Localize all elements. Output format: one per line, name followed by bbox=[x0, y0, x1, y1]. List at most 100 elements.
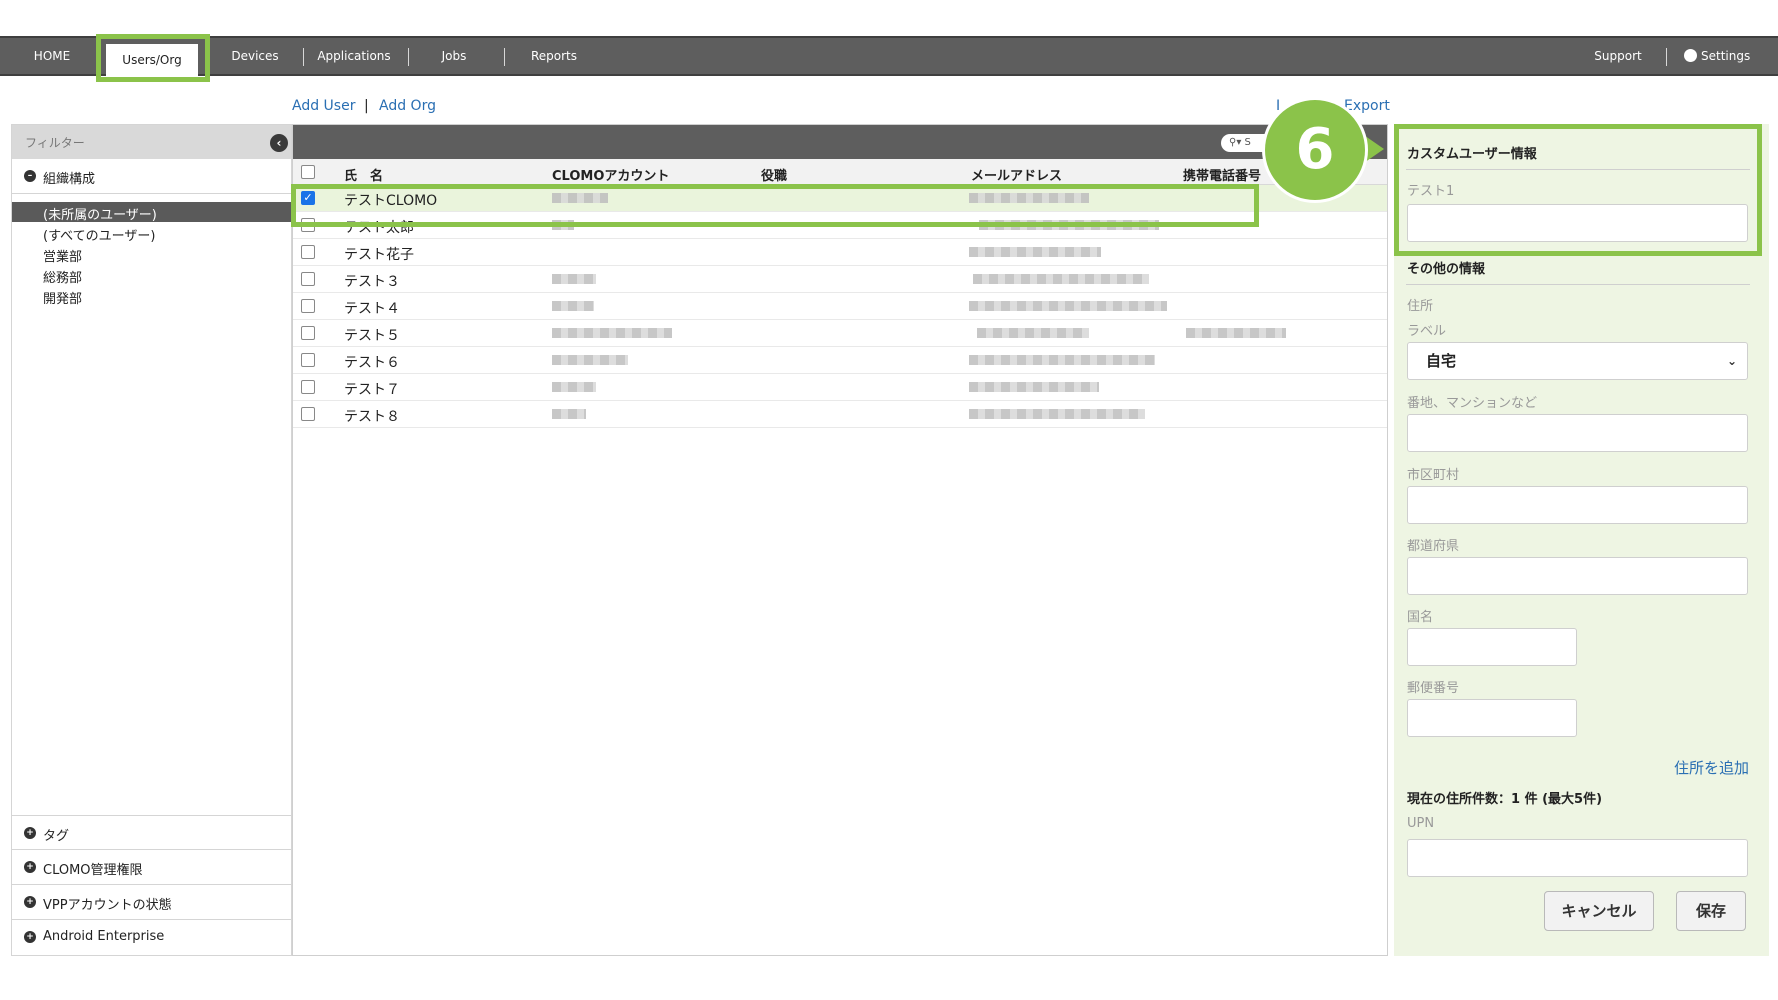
country-input[interactable] bbox=[1407, 628, 1577, 666]
search-icon: ⚲▾ bbox=[1229, 137, 1245, 148]
nav-divider bbox=[1666, 48, 1667, 66]
collapse-icon[interactable]: ‹ bbox=[270, 134, 288, 152]
address-label-select[interactable]: 自宅 ⌄ bbox=[1407, 342, 1748, 380]
redacted-email bbox=[969, 409, 1145, 419]
collapse-circle-icon: – bbox=[24, 170, 36, 182]
table-row[interactable]: テスト８ bbox=[293, 401, 1387, 428]
select-all-checkbox[interactable] bbox=[301, 165, 315, 179]
org-section-label: 組織構成 bbox=[43, 172, 96, 187]
prefecture-label: 都道府県 bbox=[1407, 539, 1460, 554]
add-org-link[interactable]: Add Org bbox=[379, 98, 436, 114]
col-name[interactable]: 氏 名 bbox=[344, 165, 383, 184]
save-button[interactable]: 保存 bbox=[1676, 891, 1746, 931]
address-label-value: 自宅 bbox=[1426, 352, 1457, 370]
col-clomo-account[interactable]: CLOMOアカウント bbox=[552, 165, 669, 184]
org-item-general-affairs[interactable]: 総務部 bbox=[43, 267, 82, 286]
table-row[interactable]: テスト５ bbox=[293, 320, 1387, 347]
vpp-account-section[interactable]: + VPPアカウントの状態 bbox=[12, 885, 291, 920]
row-checkbox[interactable] bbox=[301, 380, 315, 394]
prefecture-input[interactable] bbox=[1407, 557, 1748, 595]
search-placeholder: S bbox=[1244, 137, 1251, 148]
nav-support[interactable]: Support bbox=[1586, 38, 1650, 74]
nav-home[interactable]: HOME bbox=[20, 38, 84, 74]
org-section-header[interactable]: – 組織構成 bbox=[12, 159, 291, 194]
link-separator: | bbox=[364, 98, 369, 114]
org-item-sales[interactable]: 営業部 bbox=[43, 246, 82, 265]
nav-reports[interactable]: Reports bbox=[520, 38, 588, 74]
col-mobile[interactable]: 携帯電話番号 bbox=[1183, 165, 1261, 184]
row-checkbox[interactable] bbox=[301, 353, 315, 367]
redacted-account bbox=[552, 409, 586, 419]
redacted-account bbox=[552, 382, 596, 392]
nav-divider bbox=[303, 48, 304, 66]
table-row[interactable]: テスト４ bbox=[293, 293, 1387, 320]
clomo-permission-label: CLOMO管理権限 bbox=[43, 863, 143, 878]
expand-circle-icon: + bbox=[24, 896, 36, 908]
table-row[interactable]: テスト花子 bbox=[293, 239, 1387, 266]
other-info-title: その他の情報 bbox=[1407, 262, 1486, 277]
org-item-all-users[interactable]: (すべてのユーザー) bbox=[43, 225, 155, 244]
upn-input[interactable] bbox=[1407, 839, 1748, 877]
add-user-link[interactable]: Add User bbox=[292, 98, 355, 114]
nav-applications[interactable]: Applications bbox=[312, 38, 396, 74]
top-nav: HOME Users/Org Devices Applications Jobs… bbox=[0, 36, 1778, 76]
row-checkbox[interactable] bbox=[301, 245, 315, 259]
add-address-link[interactable]: 住所を追加 bbox=[1674, 757, 1749, 778]
postal-input[interactable] bbox=[1407, 699, 1577, 737]
table-row[interactable]: テスト７ bbox=[293, 374, 1387, 401]
tag-section-label: タグ bbox=[43, 829, 70, 844]
cell-name: テスト８ bbox=[344, 409, 400, 425]
redacted-email bbox=[977, 328, 1089, 338]
table-toolbar: ⚲▾ S bbox=[293, 125, 1387, 159]
redacted-account bbox=[552, 328, 672, 338]
highlight-users-org bbox=[96, 34, 210, 82]
redacted-email bbox=[969, 301, 1167, 311]
redacted-account bbox=[552, 355, 628, 365]
table-row[interactable]: テスト６ bbox=[293, 347, 1387, 374]
cell-name: テスト６ bbox=[344, 355, 400, 371]
city-input[interactable] bbox=[1407, 486, 1748, 524]
filter-sidebar: フィルター ‹ – 組織構成 (未所属のユーザー) (すべてのユーザー) 営業部… bbox=[11, 124, 292, 956]
import-link[interactable]: I bbox=[1276, 98, 1280, 114]
upn-label: UPN bbox=[1407, 816, 1435, 831]
step-badge: 6 bbox=[1265, 100, 1365, 200]
nav-settings[interactable]: Settings bbox=[1684, 38, 1766, 74]
clomo-permission-section[interactable]: + CLOMO管理権限 bbox=[12, 850, 291, 885]
nav-jobs[interactable]: Jobs bbox=[426, 38, 482, 74]
gear-icon bbox=[1684, 49, 1697, 62]
org-item-unassigned[interactable]: (未所属のユーザー) bbox=[43, 204, 157, 223]
redacted-email bbox=[973, 274, 1149, 284]
org-item-development[interactable]: 開発部 bbox=[43, 288, 82, 307]
col-position[interactable]: 役職 bbox=[761, 165, 787, 184]
android-enterprise-section[interactable]: + Android Enterprise bbox=[12, 920, 291, 955]
row-checkbox[interactable] bbox=[301, 272, 315, 286]
cancel-button[interactable]: キャンセル bbox=[1544, 891, 1654, 931]
table-header: 氏 名 CLOMOアカウント 役職 メールアドレス 携帯電話番号 bbox=[293, 159, 1387, 185]
redacted-email bbox=[969, 355, 1155, 365]
cell-name: テスト３ bbox=[344, 274, 400, 290]
redacted-mobile bbox=[1186, 328, 1286, 338]
redacted-account bbox=[552, 274, 596, 284]
street-label: 番地、マンションなど bbox=[1407, 396, 1538, 411]
filter-header: フィルター ‹ bbox=[12, 125, 291, 159]
expand-circle-icon: + bbox=[24, 931, 36, 943]
cell-name: テスト花子 bbox=[344, 247, 414, 263]
redacted-email bbox=[969, 382, 1099, 392]
row-checkbox[interactable] bbox=[301, 407, 315, 421]
street-input[interactable] bbox=[1407, 414, 1748, 452]
row-checkbox[interactable] bbox=[301, 299, 315, 313]
nav-devices[interactable]: Devices bbox=[222, 38, 288, 74]
cell-name: テスト４ bbox=[344, 301, 400, 317]
user-table: ⚲▾ S 氏 名 CLOMOアカウント 役職 メールアドレス 携帯電話番号 ✓ … bbox=[292, 124, 1388, 956]
col-email[interactable]: メールアドレス bbox=[971, 165, 1062, 184]
expand-circle-icon: + bbox=[24, 827, 36, 839]
nav-divider bbox=[504, 48, 505, 66]
divider bbox=[1406, 284, 1750, 285]
nav-settings-label: Settings bbox=[1701, 49, 1751, 63]
country-label: 国名 bbox=[1407, 610, 1434, 625]
row-checkbox[interactable] bbox=[301, 326, 315, 340]
label-field-label: ラベル bbox=[1407, 324, 1447, 339]
tag-section[interactable]: + タグ bbox=[12, 815, 291, 850]
export-link[interactable]: Export bbox=[1344, 98, 1390, 114]
table-row[interactable]: テスト３ bbox=[293, 266, 1387, 293]
